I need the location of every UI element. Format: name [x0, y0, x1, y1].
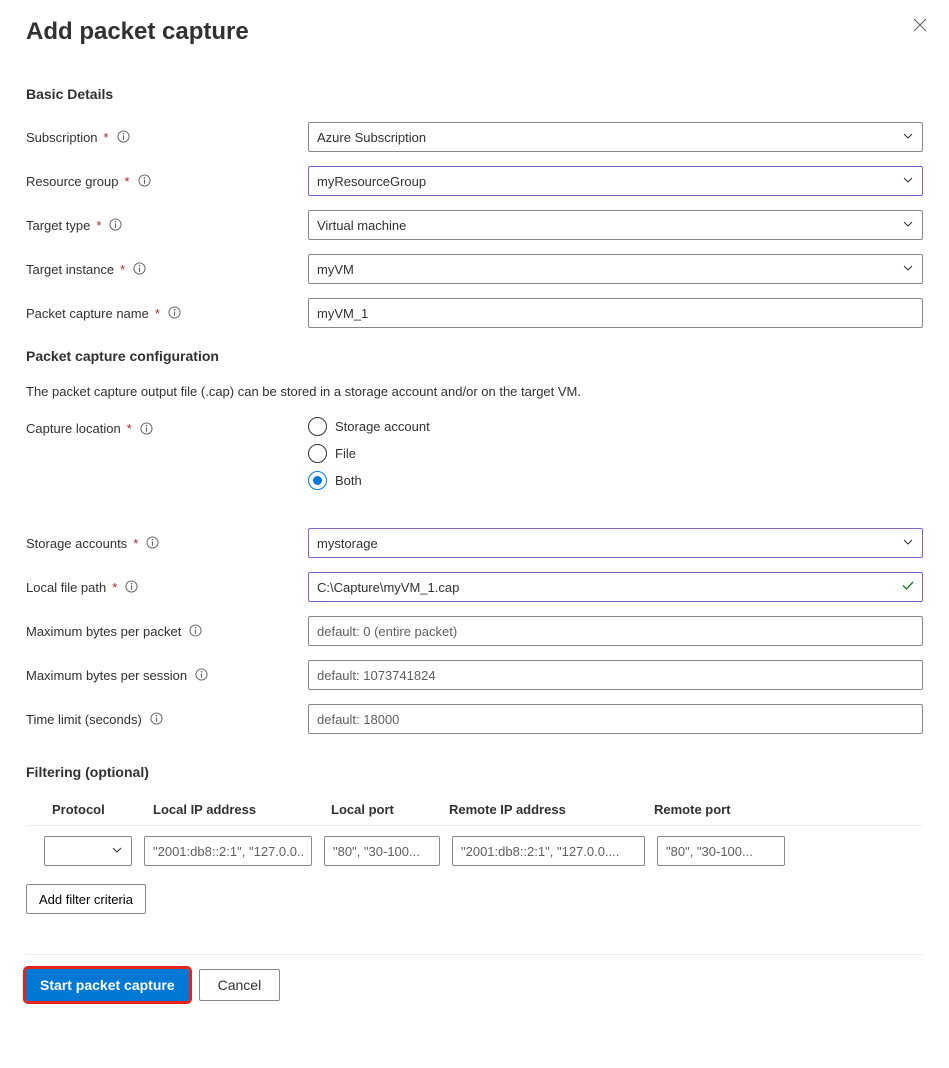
- required-indicator: *: [125, 174, 130, 189]
- max-bytes-packet-input[interactable]: [308, 616, 923, 646]
- subscription-label: Subscription: [26, 130, 98, 145]
- radio-storage-label: Storage account: [335, 419, 430, 434]
- chevron-down-icon: [902, 130, 914, 145]
- capture-location-radio-group: Storage account File Both: [308, 417, 923, 490]
- filter-remote-port-input[interactable]: [657, 836, 785, 866]
- local-file-path-input[interactable]: [308, 572, 923, 602]
- time-limit-input[interactable]: [308, 704, 923, 734]
- close-icon: [913, 18, 927, 32]
- subscription-select[interactable]: Azure Subscription: [308, 122, 923, 152]
- config-description: The packet capture output file (.cap) ca…: [26, 384, 923, 399]
- cancel-button[interactable]: Cancel: [199, 969, 281, 1001]
- required-indicator: *: [96, 218, 101, 233]
- chevron-down-icon: [902, 262, 914, 277]
- close-button[interactable]: [913, 18, 927, 35]
- time-limit-label: Time limit (seconds): [26, 712, 142, 727]
- capture-name-input[interactable]: [308, 298, 923, 328]
- required-indicator: *: [127, 421, 132, 436]
- radio-file-label: File: [335, 446, 356, 461]
- start-capture-button[interactable]: Start packet capture: [26, 969, 189, 1001]
- info-icon[interactable]: [168, 306, 182, 320]
- radio-file[interactable]: File: [308, 444, 923, 463]
- filter-local-ip-input[interactable]: [144, 836, 312, 866]
- filter-local-port-input[interactable]: [324, 836, 440, 866]
- info-icon[interactable]: [133, 262, 147, 276]
- info-icon[interactable]: [146, 536, 160, 550]
- info-icon[interactable]: [189, 624, 203, 638]
- info-icon[interactable]: [150, 712, 164, 726]
- section-basic-details: Basic Details: [26, 86, 923, 102]
- info-icon[interactable]: [140, 422, 154, 436]
- filter-protocol-select[interactable]: [44, 836, 132, 866]
- header-remote-ip: Remote IP address: [449, 802, 654, 817]
- target-instance-label: Target instance: [26, 262, 114, 277]
- filter-row: [26, 825, 923, 880]
- required-indicator: *: [112, 580, 117, 595]
- info-icon[interactable]: [109, 218, 123, 232]
- resource-group-label: Resource group: [26, 174, 119, 189]
- header-protocol: Protocol: [26, 802, 141, 817]
- add-filter-button[interactable]: Add filter criteria: [26, 884, 146, 914]
- info-icon[interactable]: [138, 174, 152, 188]
- storage-accounts-select[interactable]: mystorage: [308, 528, 923, 558]
- info-icon[interactable]: [195, 668, 209, 682]
- resource-group-value: myResourceGroup: [317, 174, 426, 189]
- checkmark-icon: [901, 579, 915, 596]
- filter-remote-ip-input[interactable]: [452, 836, 645, 866]
- target-type-value: Virtual machine: [317, 218, 406, 233]
- section-filtering: Filtering (optional): [26, 764, 923, 780]
- storage-accounts-label: Storage accounts: [26, 536, 127, 551]
- target-type-label: Target type: [26, 218, 90, 233]
- max-bytes-packet-label: Maximum bytes per packet: [26, 624, 181, 639]
- info-icon[interactable]: [125, 580, 139, 594]
- local-file-path-label: Local file path: [26, 580, 106, 595]
- header-remote-port: Remote port: [654, 802, 794, 817]
- panel-title: Add packet capture: [26, 18, 923, 46]
- capture-location-label: Capture location: [26, 421, 121, 436]
- chevron-down-icon: [902, 536, 914, 551]
- info-icon[interactable]: [117, 130, 131, 144]
- storage-accounts-value: mystorage: [317, 536, 378, 551]
- required-indicator: *: [133, 536, 138, 551]
- header-local-port: Local port: [321, 802, 449, 817]
- capture-name-label: Packet capture name: [26, 306, 149, 321]
- radio-both[interactable]: Both: [308, 471, 923, 490]
- chevron-down-icon: [111, 844, 123, 859]
- subscription-value: Azure Subscription: [317, 130, 426, 145]
- resource-group-select[interactable]: myResourceGroup: [308, 166, 923, 196]
- filter-table-header: Protocol Local IP address Local port Rem…: [26, 802, 923, 825]
- chevron-down-icon: [902, 218, 914, 233]
- section-capture-config: Packet capture configuration: [26, 348, 923, 364]
- max-bytes-session-label: Maximum bytes per session: [26, 668, 187, 683]
- required-indicator: *: [155, 306, 160, 321]
- target-instance-value: myVM: [317, 262, 354, 277]
- radio-both-label: Both: [335, 473, 362, 488]
- radio-storage-account[interactable]: Storage account: [308, 417, 923, 436]
- chevron-down-icon: [902, 174, 914, 189]
- max-bytes-session-input[interactable]: [308, 660, 923, 690]
- target-type-select[interactable]: Virtual machine: [308, 210, 923, 240]
- required-indicator: *: [104, 130, 109, 145]
- required-indicator: *: [120, 262, 125, 277]
- header-local-ip: Local IP address: [141, 802, 321, 817]
- target-instance-select[interactable]: myVM: [308, 254, 923, 284]
